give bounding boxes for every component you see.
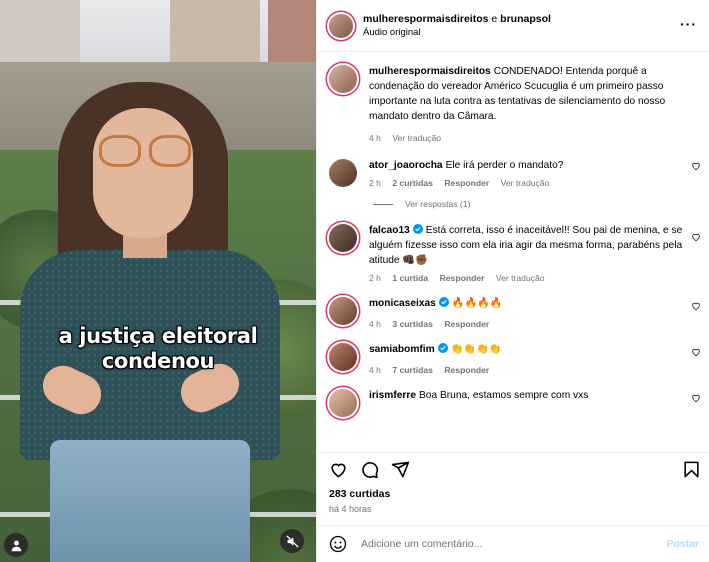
heart-icon[interactable] <box>691 301 701 311</box>
post-comment-button[interactable]: Postar <box>666 538 699 550</box>
comment-time[interactable]: 4 h <box>369 319 381 329</box>
reply-button[interactable]: Responder <box>444 178 489 188</box>
emoji-icon[interactable] <box>329 535 347 553</box>
post-authors: mulherespormaisdireitos e brunapsol <box>363 12 551 26</box>
video-caption-line: a justiça eleitoral <box>58 324 258 348</box>
avatar[interactable] <box>329 65 357 93</box>
heart-icon[interactable] <box>691 393 701 403</box>
reply-button[interactable]: Responder <box>444 365 489 375</box>
more-options-icon: ··· <box>680 16 697 32</box>
comment-username-link[interactable]: irismferre <box>369 390 416 401</box>
heart-icon[interactable] <box>691 161 701 171</box>
coauthor-username-link[interactable]: brunapsol <box>500 13 551 25</box>
video-frame <box>0 0 316 562</box>
view-replies-button[interactable]: Ver respostas (1) <box>373 193 709 215</box>
comment-text: Boa Bruna, estamos sempre com vxs <box>419 390 589 401</box>
video-player[interactable]: a justiça eleitoral condenou <box>0 0 316 562</box>
see-translation-button[interactable]: Ver tradução <box>496 273 545 283</box>
mute-button[interactable] <box>280 529 304 553</box>
reply-button[interactable]: Responder <box>440 273 485 283</box>
audio-link[interactable]: Áudio original <box>363 26 551 40</box>
save-icon[interactable] <box>682 460 701 479</box>
comment-username-link[interactable]: samiabomfim <box>369 344 435 355</box>
comment-time[interactable]: 4 h <box>369 365 381 375</box>
comment-likes[interactable]: 7 curtidas <box>392 365 433 375</box>
comment-likes[interactable]: 1 curtida <box>392 273 428 283</box>
author-username-link[interactable]: mulherespormaisdireitos <box>363 13 488 25</box>
caption-comment: mulherespormaisdireitos CONDENADO! Entend… <box>329 52 709 144</box>
view-replies-label: Ver respostas (1) <box>405 199 471 209</box>
heart-icon[interactable] <box>691 232 701 242</box>
list-item: irismferre Boa Bruna, estamos sempre com … <box>329 376 709 417</box>
authors-connector: e <box>491 12 498 25</box>
avatar[interactable] <box>329 159 357 187</box>
comment-username-link[interactable]: falcao13 <box>369 225 410 236</box>
avatar[interactable] <box>329 224 357 252</box>
verified-icon <box>437 343 448 353</box>
comment-icon[interactable] <box>360 460 379 479</box>
comment-time[interactable]: 4 h <box>369 133 381 143</box>
comment-time[interactable]: 2 h <box>369 178 381 188</box>
post-details-panel: mulherespormaisdireitos e brunapsol Áudi… <box>316 0 709 562</box>
avatar[interactable] <box>329 13 353 38</box>
list-item: ator_joaorocha Ele irá perder o mandato? … <box>329 144 709 189</box>
post-actions <box>317 452 709 485</box>
comment-text: Ele irá perder o mandato? <box>445 160 564 171</box>
post-timestamp[interactable]: há 4 horas <box>317 503 709 515</box>
comment-text: 👏👏👏👏 <box>450 344 502 355</box>
avatar[interactable] <box>329 297 357 325</box>
list-item: falcao13 Está correta, isso é inaceitável… <box>329 215 709 284</box>
likes-count[interactable]: 283 curtidas <box>317 487 709 501</box>
verified-icon <box>412 224 423 234</box>
post-view: a justiça eleitoral condenou mulherespor… <box>0 0 709 562</box>
user-tag-icon <box>11 540 21 551</box>
heart-icon[interactable] <box>691 347 701 357</box>
add-comment-bar: Adicione um comentário... Postar <box>317 525 709 562</box>
list-item: samiabomfim 👏👏👏👏 4 h 7 curtidas Responder <box>329 330 709 376</box>
see-translation-button[interactable]: Ver tradução <box>501 178 550 188</box>
video-caption-line: condenou <box>101 349 215 373</box>
comment-input[interactable]: Adicione um comentário... <box>361 538 482 550</box>
comment-time[interactable]: 2 h <box>369 273 381 283</box>
reply-button[interactable]: Responder <box>444 319 489 329</box>
comment-username-link[interactable]: mulherespormaisdireitos <box>369 66 491 77</box>
list-item: monicaseixas 🔥🔥🔥🔥 4 h 3 curtidas Responde… <box>329 284 709 330</box>
post-header: mulherespormaisdireitos e brunapsol Áudi… <box>317 0 709 52</box>
comment-username-link[interactable]: monicaseixas <box>369 298 436 309</box>
heart-icon[interactable] <box>329 460 348 479</box>
avatar[interactable] <box>329 343 357 371</box>
muted-speaker-icon <box>285 534 299 548</box>
comment-likes[interactable]: 2 curtidas <box>392 178 433 188</box>
see-translation-button[interactable]: Ver tradução <box>392 133 441 143</box>
comment-username-link[interactable]: ator_joaorocha <box>369 160 443 171</box>
avatar[interactable] <box>329 389 357 417</box>
comment-likes[interactable]: 3 curtidas <box>392 319 433 329</box>
more-options-button[interactable]: ··· <box>680 14 697 34</box>
comment-text: 🔥🔥🔥🔥 <box>451 298 503 309</box>
video-caption: a justiça eleitoral condenou <box>0 324 316 374</box>
verified-icon <box>438 297 449 307</box>
comments-list[interactable]: mulherespormaisdireitos CONDENADO! Entend… <box>317 52 709 452</box>
share-icon[interactable] <box>391 460 410 479</box>
tagged-users-button[interactable] <box>4 533 28 557</box>
replies-divider <box>373 203 393 205</box>
